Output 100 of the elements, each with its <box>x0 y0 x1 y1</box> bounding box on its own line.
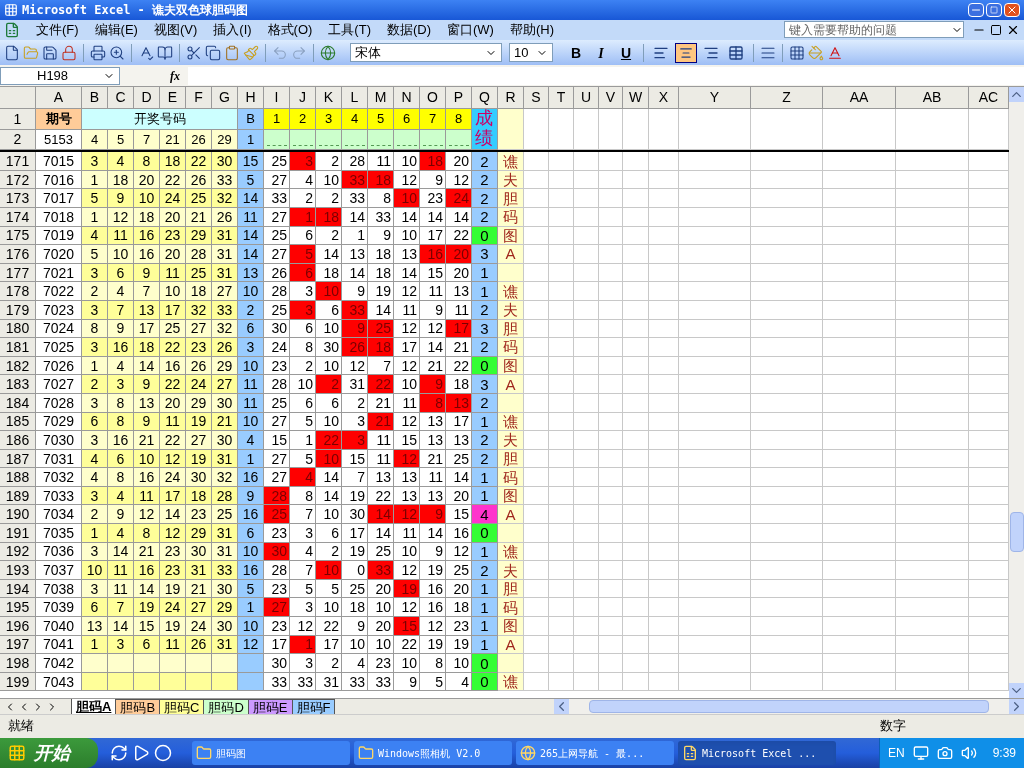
column-header[interactable]: U <box>574 87 599 110</box>
paste-icon[interactable] <box>224 44 240 61</box>
formula-field[interactable] <box>188 66 1024 85</box>
row-header[interactable]: 195 <box>0 598 36 618</box>
row-header[interactable]: 183 <box>0 375 36 394</box>
row-header[interactable]: 181 <box>0 338 36 357</box>
menu-item[interactable]: 格式(O) <box>259 19 321 40</box>
menu-item[interactable]: 插入(I) <box>205 19 260 40</box>
scroll-down-icon[interactable] <box>1009 683 1024 699</box>
monitor-icon[interactable] <box>912 745 929 761</box>
column-header[interactable]: X <box>649 87 679 110</box>
empty-cell <box>549 505 574 525</box>
column-header[interactable]: AB <box>896 87 969 110</box>
volume-icon[interactable] <box>960 745 977 761</box>
empty-cell <box>549 300 574 320</box>
row-header[interactable]: 196 <box>0 617 36 636</box>
name-box[interactable]: H198 <box>0 66 120 85</box>
alignment-icon[interactable] <box>675 42 697 63</box>
column-header[interactable]: AA <box>823 87 896 110</box>
minimize-icon[interactable] <box>968 2 984 17</box>
sheet-tab[interactable]: 胆码B <box>115 698 161 715</box>
row-header[interactable]: 191 <box>0 524 36 543</box>
text-style-button[interactable]: U <box>615 42 637 63</box>
row-header[interactable]: 190 <box>0 505 36 525</box>
scroll-right-icon[interactable] <box>1009 699 1024 715</box>
column-header[interactable]: S <box>524 87 549 110</box>
text-style-button[interactable]: I <box>590 42 612 63</box>
table-cell: 27 <box>264 468 290 487</box>
horizontal-scrollbar[interactable] <box>554 698 1024 715</box>
taskbar-button[interactable]: 265上网导航 - 最... <box>516 741 674 765</box>
help-search-field[interactable]: 键入需要帮助的问题 <box>784 21 964 39</box>
copy-icon[interactable] <box>205 44 221 61</box>
print-icon[interactable] <box>90 44 106 61</box>
menu-item[interactable]: 编辑(E) <box>86 19 146 40</box>
media-icon[interactable] <box>132 744 150 762</box>
row-header[interactable]: 178 <box>0 282 36 301</box>
print-preview-icon[interactable] <box>109 44 125 61</box>
restore-icon[interactable] <box>990 23 1002 36</box>
sheet-tab[interactable]: 胆码F <box>291 698 336 715</box>
sheet-tab[interactable]: 胆码E <box>247 698 293 715</box>
table-cell <box>498 109 524 151</box>
font-field[interactable]: 宋体 <box>350 43 502 62</box>
text-style-button[interactable]: B <box>565 42 587 63</box>
menu-item[interactable]: 数据(D) <box>378 19 439 40</box>
table-cell: 13 <box>368 468 394 487</box>
table-cell: 16 <box>446 524 472 543</box>
taskbar-button[interactable]: Windows照相机 V2.0 <box>354 741 512 765</box>
column-header[interactable]: Z <box>751 87 823 110</box>
row-header[interactable]: 171 <box>0 152 36 171</box>
table-cell: 11 <box>420 468 446 487</box>
camera-icon[interactable] <box>936 745 953 761</box>
empty-cell <box>599 468 623 487</box>
sheet-tab[interactable]: 胆码D <box>203 698 249 715</box>
lock-icon[interactable] <box>61 44 77 61</box>
start-button[interactable]: 开始 <box>0 738 98 768</box>
column-header[interactable]: T <box>549 87 574 110</box>
row-header[interactable]: 176 <box>0 245 36 264</box>
taskbar-button[interactable]: 胆码图 <box>192 741 350 765</box>
menu-item[interactable]: 窗口(W) <box>439 19 502 40</box>
menu-item[interactable]: 视图(V) <box>145 19 206 40</box>
table-cell: 4 <box>108 524 134 543</box>
row-header[interactable]: 173 <box>0 189 36 208</box>
empty-cell <box>574 505 599 525</box>
empty-cell <box>599 635 623 655</box>
scroll-up-icon[interactable] <box>1009 87 1024 103</box>
empty-cell <box>549 152 574 171</box>
scroll-left-icon[interactable] <box>554 699 569 715</box>
row-header[interactable]: 2 <box>0 130 36 151</box>
spelling-icon[interactable] <box>138 44 154 61</box>
row-header[interactable]: 1 <box>0 109 36 131</box>
scrollbar-thumb[interactable] <box>589 700 989 714</box>
borders-icon[interactable] <box>789 44 805 61</box>
empty-cell <box>549 208 574 227</box>
new-file-icon[interactable] <box>4 44 20 61</box>
book-icon[interactable] <box>157 44 173 61</box>
font-color-icon[interactable] <box>827 44 843 61</box>
empty-cell <box>574 263 599 283</box>
menu-item[interactable]: 帮助(H) <box>501 19 562 40</box>
cut-icon[interactable] <box>186 44 202 61</box>
column-header[interactable]: W <box>623 87 649 110</box>
row-header[interactable]: 188 <box>0 468 36 487</box>
font-size-field[interactable]: 10 <box>509 43 553 62</box>
column-header[interactable]: Y <box>679 87 751 110</box>
menu-item[interactable]: 工具(T) <box>320 19 379 40</box>
sheet-tab[interactable]: 胆码C <box>159 698 205 715</box>
row-header[interactable]: 186 <box>0 431 36 450</box>
fill-color-icon[interactable] <box>808 44 824 61</box>
function-label[interactable]: fx <box>170 66 180 85</box>
row-header[interactable]: 193 <box>0 561 36 580</box>
row-header[interactable]: 198 <box>0 654 36 673</box>
scrollbar-thumb[interactable] <box>1009 512 1024 553</box>
vertical-scrollbar[interactable] <box>1009 87 1024 699</box>
column-header[interactable]: V <box>599 87 623 110</box>
hyperlink-icon[interactable] <box>320 44 336 61</box>
taskbar-button[interactable]: Microsoft Excel ... <box>678 741 836 765</box>
save-icon[interactable] <box>42 44 58 61</box>
maximize-icon[interactable] <box>986 2 1002 17</box>
sheet-tab[interactable]: 胆码A <box>71 698 117 715</box>
empty-cell <box>549 338 574 357</box>
menu-item[interactable]: 文件(F) <box>28 19 87 40</box>
